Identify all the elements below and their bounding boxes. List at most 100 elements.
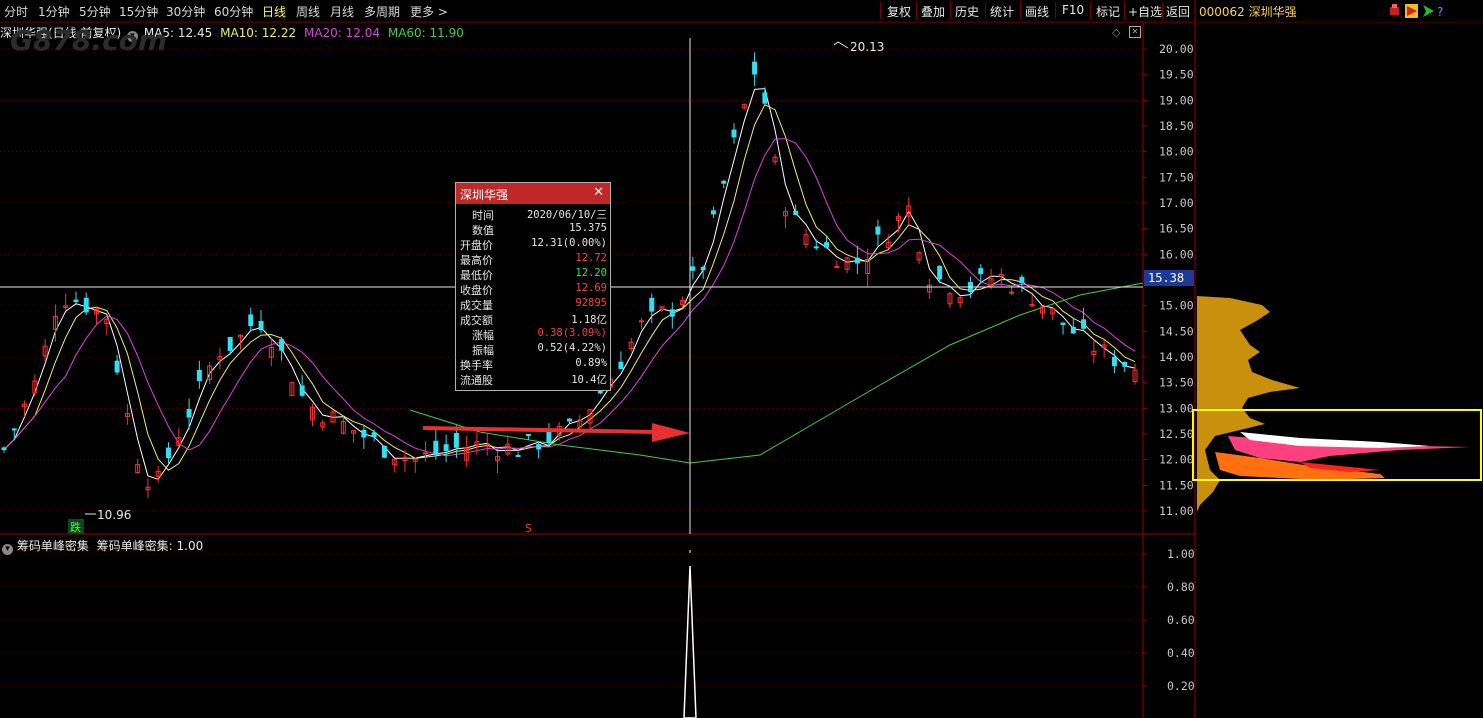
popup-row-value: 0.52(4.22%) (537, 342, 607, 354)
candle-body (834, 266, 840, 269)
popup-row: 振幅 0.52(4.22%) (456, 342, 610, 357)
popup-title-bar[interactable]: 深圳华强 ✕ (456, 183, 610, 204)
popup-row-key: 开盘价 (460, 239, 493, 252)
candle-body (618, 361, 624, 370)
candle-body (649, 297, 655, 312)
popup-row-value: 15.375 (569, 222, 607, 234)
price-tick-label: 13.50 (1159, 376, 1194, 390)
popup-row-value: 10.4亿 (571, 374, 607, 386)
popup-close-icon[interactable]: ✕ (593, 185, 604, 200)
indicator-spike (683, 565, 697, 718)
price-tick-label: 20.00 (1159, 42, 1194, 56)
candle-body (166, 447, 172, 459)
candle-body (710, 210, 716, 215)
candle-body (299, 385, 305, 396)
popup-row: 收盘价 12.69 (456, 282, 610, 297)
popup-row-key: 成交量 (460, 299, 493, 312)
price-tick-label: 11.00 (1159, 504, 1194, 518)
popup-row: 成交额 1.18亿 (456, 312, 610, 327)
popup-row: 换手率 0.89% (456, 357, 610, 372)
candle-body (1122, 362, 1128, 367)
popup-title: 深圳华强 (460, 188, 509, 202)
popup-row-value: 92895 (575, 297, 607, 309)
candle-body (114, 360, 120, 373)
candle-body (937, 265, 943, 280)
candle-body (567, 418, 572, 422)
kline-chart[interactable]: 20.00 19.50 19.00 18.50 18.00 17.50 17.00 16.50… (0, 0, 1483, 718)
price-tick-label: 14.50 (1159, 324, 1194, 338)
popup-row: 数值 15.375 (456, 222, 610, 237)
popup-row-key: 时间 (472, 209, 494, 222)
candle-body (248, 314, 254, 326)
candle-body (1081, 319, 1087, 329)
price-tick-label: 18.50 (1159, 119, 1194, 133)
popup-row-key: 最低价 (460, 269, 493, 282)
popup-row-value: 0.89% (575, 357, 607, 369)
popup-row-key: 流通股 (460, 374, 493, 387)
price-tick-label: 16.00 (1159, 247, 1194, 261)
candle-body (731, 129, 737, 138)
candle-body (813, 246, 819, 249)
indicator-tick-label: 0.20 (1167, 679, 1195, 693)
indicator-tick-label: 0.80 (1167, 580, 1195, 594)
candle-body (227, 337, 233, 351)
price-tick-label: 17.50 (1159, 170, 1194, 184)
candle-body (1070, 326, 1076, 334)
signal-arrow-shaft (422, 426, 661, 434)
candle-body (1009, 291, 1015, 294)
popup-row-value: 12.31(0.00%) (531, 237, 607, 249)
popup-row-key: 涨幅 (472, 329, 494, 342)
indicator-tick-label: 0.60 (1167, 613, 1195, 627)
candle-body (752, 61, 758, 75)
price-tick-label: 12.50 (1159, 427, 1194, 441)
popup-row-value: 12.69 (575, 282, 607, 294)
indicator-title: 筹码单峰密集 (16, 539, 89, 553)
popup-row: 涨幅 0.38(3.09%) (456, 327, 610, 342)
candle-body (536, 444, 542, 450)
candle-body (700, 266, 706, 271)
candle-body (11, 428, 17, 431)
price-tick-label: 18.00 (1159, 145, 1194, 159)
candle-body (73, 299, 79, 303)
indicator-tick-label: 0.40 (1167, 646, 1195, 660)
high-label: 20.13 (850, 40, 884, 54)
candle-body (279, 339, 285, 351)
data-popup[interactable]: 深圳华强 ✕ 时间 2020/06/10/三 数值 15.375 开盘价 12.31(0.… (455, 182, 611, 391)
candle-body (83, 297, 89, 313)
candle-body (515, 455, 521, 458)
indicator-tick-label: 1.00 (1167, 547, 1195, 561)
candle-body (638, 320, 644, 323)
indicator-dropdown-icon[interactable]: ▾ (2, 544, 13, 555)
candle-body (978, 268, 984, 275)
low-label: 10.96 (97, 508, 131, 522)
candle-body (854, 257, 860, 264)
popup-row: 最高价 12.72 (456, 252, 610, 267)
price-tick-label: 17.00 (1159, 196, 1194, 210)
price-tick-label: 13.00 (1159, 401, 1194, 415)
popup-row-key: 成交额 (460, 314, 493, 327)
candle-body (423, 452, 429, 455)
candle-body (258, 320, 264, 331)
popup-row-value: 1.18亿 (571, 314, 607, 326)
indicator-value: 筹码单峰密集: 1.00 (96, 539, 204, 553)
price-tick-label: 14.00 (1159, 350, 1194, 364)
candle-body (875, 226, 881, 235)
popup-row: 成交量 92895 (456, 297, 610, 312)
candle-body (824, 242, 830, 248)
candle-body (1019, 276, 1025, 284)
candle-body (1, 447, 7, 451)
s-marker: S (525, 522, 532, 535)
candle-body (1111, 356, 1117, 367)
low-badge: 跌 (70, 520, 81, 534)
indicator-header: ▾ 筹码单峰密集 筹码单峰密集: 1.00 (2, 537, 203, 555)
high-marker (833, 41, 849, 49)
popup-row-key: 收盘价 (460, 284, 493, 297)
price-tick-label: 19.00 (1159, 93, 1194, 107)
price-tick-label: 15.00 (1159, 299, 1194, 313)
popup-row-key: 换手率 (460, 359, 493, 372)
candle-body (721, 180, 727, 184)
popup-row-value: 0.38(3.09%) (537, 327, 607, 339)
candle-body (361, 429, 367, 438)
price-tick-label: 19.50 (1159, 68, 1194, 82)
price-tick-label: 12.00 (1159, 453, 1194, 467)
